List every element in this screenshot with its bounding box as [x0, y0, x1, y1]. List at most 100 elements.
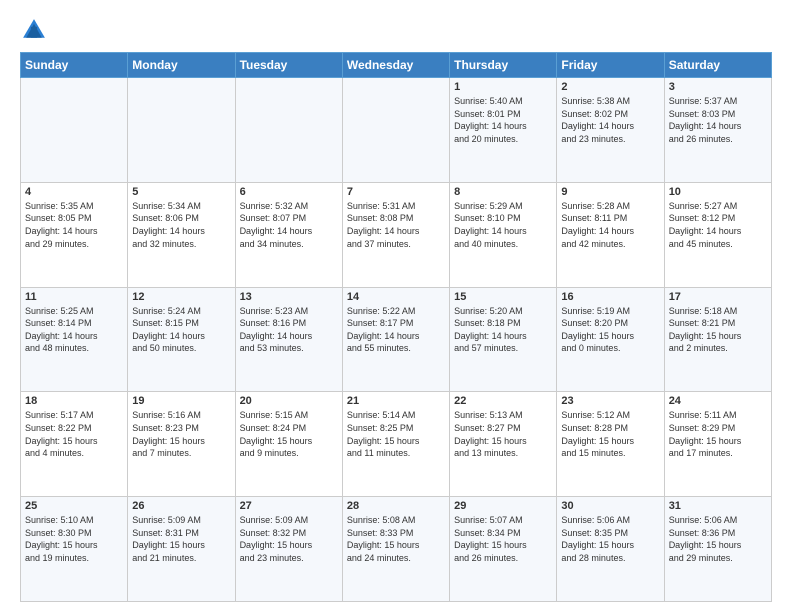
calendar-day-cell: 21Sunrise: 5:14 AM Sunset: 8:25 PM Dayli… — [342, 392, 449, 497]
calendar-day-cell: 25Sunrise: 5:10 AM Sunset: 8:30 PM Dayli… — [21, 497, 128, 602]
calendar-day-cell: 12Sunrise: 5:24 AM Sunset: 8:15 PM Dayli… — [128, 287, 235, 392]
day-info: Sunrise: 5:32 AM Sunset: 8:07 PM Dayligh… — [240, 200, 338, 250]
day-number: 16 — [561, 291, 659, 303]
calendar-day-cell — [235, 78, 342, 183]
day-info: Sunrise: 5:38 AM Sunset: 8:02 PM Dayligh… — [561, 95, 659, 145]
day-number: 27 — [240, 500, 338, 512]
day-number: 15 — [454, 291, 552, 303]
calendar-week-row: 11Sunrise: 5:25 AM Sunset: 8:14 PM Dayli… — [21, 287, 772, 392]
day-info: Sunrise: 5:31 AM Sunset: 8:08 PM Dayligh… — [347, 200, 445, 250]
calendar-day-cell — [21, 78, 128, 183]
day-info: Sunrise: 5:23 AM Sunset: 8:16 PM Dayligh… — [240, 305, 338, 355]
weekday-header-wednesday: Wednesday — [342, 53, 449, 78]
day-info: Sunrise: 5:11 AM Sunset: 8:29 PM Dayligh… — [669, 409, 767, 459]
weekday-header-sunday: Sunday — [21, 53, 128, 78]
calendar-day-cell: 14Sunrise: 5:22 AM Sunset: 8:17 PM Dayli… — [342, 287, 449, 392]
day-info: Sunrise: 5:15 AM Sunset: 8:24 PM Dayligh… — [240, 409, 338, 459]
logo — [20, 16, 52, 44]
day-number: 20 — [240, 395, 338, 407]
calendar-day-cell: 6 Sunrise: 5:32 AM Sunset: 8:07 PM Daylig… — [235, 182, 342, 287]
calendar-day-cell: 7 Sunrise: 5:31 AM Sunset: 8:08 PM Daylig… — [342, 182, 449, 287]
page: SundayMondayTuesdayWednesdayThursdayFrid… — [0, 0, 792, 612]
calendar-day-cell: 2 Sunrise: 5:38 AM Sunset: 8:02 PM Daylig… — [557, 78, 664, 183]
day-number: 3 — [669, 81, 767, 93]
calendar-week-row: 1 Sunrise: 5:40 AM Sunset: 8:01 PM Daylig… — [21, 78, 772, 183]
day-info: Sunrise: 5:28 AM Sunset: 8:11 PM Dayligh… — [561, 200, 659, 250]
day-info: Sunrise: 5:25 AM Sunset: 8:14 PM Dayligh… — [25, 305, 123, 355]
calendar-day-cell: 9Sunrise: 5:28 AM Sunset: 8:11 PM Daylig… — [557, 182, 664, 287]
day-number: 10 — [669, 186, 767, 198]
day-info: Sunrise: 5:16 AM Sunset: 8:23 PM Dayligh… — [132, 409, 230, 459]
day-info: Sunrise: 5:14 AM Sunset: 8:25 PM Dayligh… — [347, 409, 445, 459]
day-info: Sunrise: 5:08 AM Sunset: 8:33 PM Dayligh… — [347, 514, 445, 564]
day-number: 13 — [240, 291, 338, 303]
day-info: Sunrise: 5:29 AM Sunset: 8:10 PM Dayligh… — [454, 200, 552, 250]
day-number: 2 — [561, 81, 659, 93]
calendar-day-cell: 27 Sunrise: 5:09 AM Sunset: 8:32 PM Dayli… — [235, 497, 342, 602]
weekday-header-thursday: Thursday — [450, 53, 557, 78]
calendar-day-cell: 18 Sunrise: 5:17 AM Sunset: 8:22 PM Dayli… — [21, 392, 128, 497]
day-info: Sunrise: 5:18 AM Sunset: 8:21 PM Dayligh… — [669, 305, 767, 355]
calendar-day-cell: 22 Sunrise: 5:13 AM Sunset: 8:27 PM Dayli… — [450, 392, 557, 497]
day-info: Sunrise: 5:19 AM Sunset: 8:20 PM Dayligh… — [561, 305, 659, 355]
day-info: Sunrise: 5:35 AM Sunset: 8:05 PM Dayligh… — [25, 200, 123, 250]
weekday-header-saturday: Saturday — [664, 53, 771, 78]
calendar-day-cell: 29Sunrise: 5:07 AM Sunset: 8:34 PM Dayli… — [450, 497, 557, 602]
day-number: 8 — [454, 186, 552, 198]
calendar-day-cell: 10Sunrise: 5:27 AM Sunset: 8:12 PM Dayli… — [664, 182, 771, 287]
day-info: Sunrise: 5:07 AM Sunset: 8:34 PM Dayligh… — [454, 514, 552, 564]
day-number: 14 — [347, 291, 445, 303]
day-info: Sunrise: 5:24 AM Sunset: 8:15 PM Dayligh… — [132, 305, 230, 355]
calendar-day-cell: 30 Sunrise: 5:06 AM Sunset: 8:35 PM Dayli… — [557, 497, 664, 602]
calendar-day-cell — [128, 78, 235, 183]
day-info: Sunrise: 5:13 AM Sunset: 8:27 PM Dayligh… — [454, 409, 552, 459]
day-number: 30 — [561, 500, 659, 512]
calendar-day-cell: 15Sunrise: 5:20 AM Sunset: 8:18 PM Dayli… — [450, 287, 557, 392]
day-number: 22 — [454, 395, 552, 407]
calendar-day-cell: 17Sunrise: 5:18 AM Sunset: 8:21 PM Dayli… — [664, 287, 771, 392]
day-info: Sunrise: 5:37 AM Sunset: 8:03 PM Dayligh… — [669, 95, 767, 145]
calendar-day-cell: 11Sunrise: 5:25 AM Sunset: 8:14 PM Dayli… — [21, 287, 128, 392]
day-number: 26 — [132, 500, 230, 512]
day-info: Sunrise: 5:06 AM Sunset: 8:35 PM Dayligh… — [561, 514, 659, 564]
calendar-day-cell: 31Sunrise: 5:06 AM Sunset: 8:36 PM Dayli… — [664, 497, 771, 602]
day-info: Sunrise: 5:40 AM Sunset: 8:01 PM Dayligh… — [454, 95, 552, 145]
day-info: Sunrise: 5:34 AM Sunset: 8:06 PM Dayligh… — [132, 200, 230, 250]
day-info: Sunrise: 5:12 AM Sunset: 8:28 PM Dayligh… — [561, 409, 659, 459]
weekday-header-tuesday: Tuesday — [235, 53, 342, 78]
day-info: Sunrise: 5:06 AM Sunset: 8:36 PM Dayligh… — [669, 514, 767, 564]
day-number: 24 — [669, 395, 767, 407]
calendar-day-cell: 28Sunrise: 5:08 AM Sunset: 8:33 PM Dayli… — [342, 497, 449, 602]
calendar-day-cell: 1 Sunrise: 5:40 AM Sunset: 8:01 PM Daylig… — [450, 78, 557, 183]
day-number: 1 — [454, 81, 552, 93]
weekday-header-monday: Monday — [128, 53, 235, 78]
day-number: 25 — [25, 500, 123, 512]
calendar-day-cell: 5 Sunrise: 5:34 AM Sunset: 8:06 PM Daylig… — [128, 182, 235, 287]
calendar-table: SundayMondayTuesdayWednesdayThursdayFrid… — [20, 52, 772, 602]
calendar-week-row: 18 Sunrise: 5:17 AM Sunset: 8:22 PM Dayli… — [21, 392, 772, 497]
day-number: 7 — [347, 186, 445, 198]
calendar-day-cell: 13 Sunrise: 5:23 AM Sunset: 8:16 PM Dayli… — [235, 287, 342, 392]
weekday-header-row: SundayMondayTuesdayWednesdayThursdayFrid… — [21, 53, 772, 78]
calendar-day-cell — [342, 78, 449, 183]
calendar-week-row: 4 Sunrise: 5:35 AM Sunset: 8:05 PM Daylig… — [21, 182, 772, 287]
day-number: 5 — [132, 186, 230, 198]
calendar-day-cell: 19 Sunrise: 5:16 AM Sunset: 8:23 PM Dayli… — [128, 392, 235, 497]
calendar-day-cell: 24 Sunrise: 5:11 AM Sunset: 8:29 PM Dayli… — [664, 392, 771, 497]
weekday-header-friday: Friday — [557, 53, 664, 78]
day-info: Sunrise: 5:09 AM Sunset: 8:32 PM Dayligh… — [240, 514, 338, 564]
day-number: 18 — [25, 395, 123, 407]
day-number: 6 — [240, 186, 338, 198]
calendar-day-cell: 3 Sunrise: 5:37 AM Sunset: 8:03 PM Daylig… — [664, 78, 771, 183]
calendar-day-cell: 26Sunrise: 5:09 AM Sunset: 8:31 PM Dayli… — [128, 497, 235, 602]
day-number: 19 — [132, 395, 230, 407]
calendar-day-cell: 20 Sunrise: 5:15 AM Sunset: 8:24 PM Dayli… — [235, 392, 342, 497]
logo-icon — [20, 16, 48, 44]
calendar-header: SundayMondayTuesdayWednesdayThursdayFrid… — [21, 53, 772, 78]
calendar-week-row: 25Sunrise: 5:10 AM Sunset: 8:30 PM Dayli… — [21, 497, 772, 602]
calendar-day-cell: 16 Sunrise: 5:19 AM Sunset: 8:20 PM Dayli… — [557, 287, 664, 392]
day-number: 4 — [25, 186, 123, 198]
day-info: Sunrise: 5:17 AM Sunset: 8:22 PM Dayligh… — [25, 409, 123, 459]
calendar-body: 1 Sunrise: 5:40 AM Sunset: 8:01 PM Daylig… — [21, 78, 772, 602]
calendar-day-cell: 23Sunrise: 5:12 AM Sunset: 8:28 PM Dayli… — [557, 392, 664, 497]
